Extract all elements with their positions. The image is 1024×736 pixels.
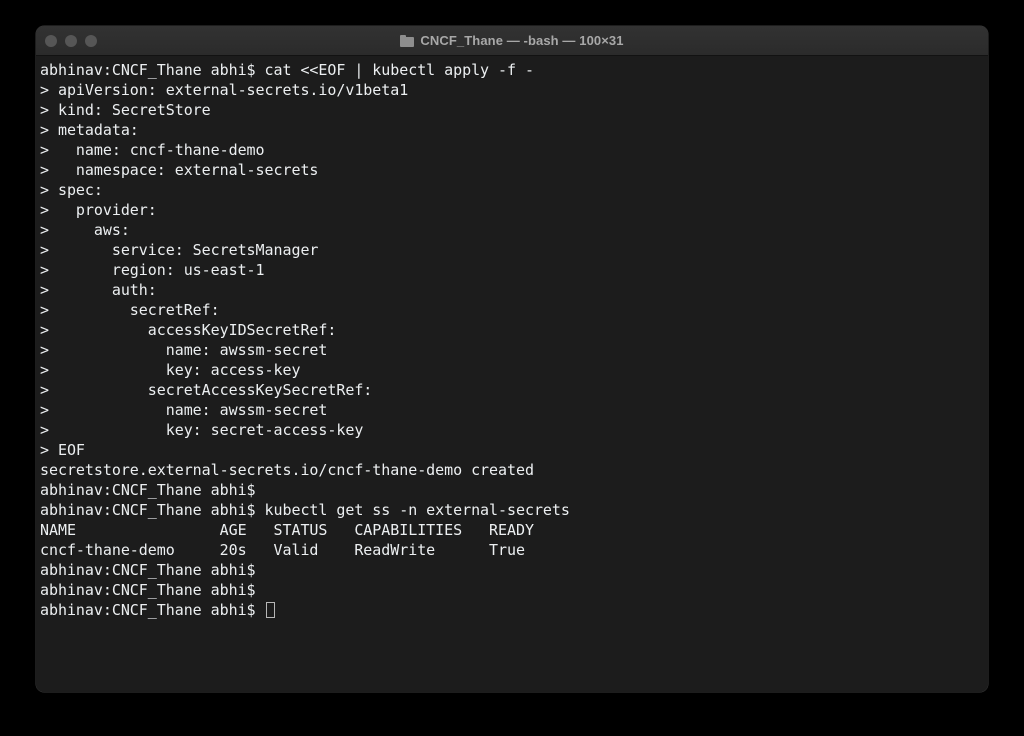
terminal-line: abhinav:CNCF_Thane abhi$ <box>40 561 256 579</box>
terminal-line: > name: awssm-secret <box>40 401 328 419</box>
terminal-line: > kind: SecretStore <box>40 101 211 119</box>
terminal-line: abhinav:CNCF_Thane abhi$ <box>40 481 256 499</box>
terminal-line: > apiVersion: external-secrets.io/v1beta… <box>40 81 409 99</box>
terminal-line: > name: cncf-thane-demo <box>40 141 265 159</box>
terminal-line: > auth: <box>40 281 157 299</box>
window-controls <box>45 26 97 56</box>
minimize-button[interactable] <box>65 35 77 47</box>
folder-icon <box>400 34 415 47</box>
terminal-line: > spec: <box>40 181 103 199</box>
terminal-line: > key: access-key <box>40 361 301 379</box>
terminal-line: > secretAccessKeySecretRef: <box>40 381 373 399</box>
terminal-line: NAME AGE STATUS CAPABILITIES READY <box>40 521 534 539</box>
terminal-line: abhinav:CNCF_Thane abhi$ kubectl get ss … <box>40 501 570 519</box>
zoom-button[interactable] <box>85 35 97 47</box>
terminal-line: > name: awssm-secret <box>40 341 328 359</box>
terminal-line: > aws: <box>40 221 130 239</box>
terminal-line: > provider: <box>40 201 157 219</box>
terminal-line: > namespace: external-secrets <box>40 161 319 179</box>
close-button[interactable] <box>45 35 57 47</box>
prompt-text: abhinav:CNCF_Thane abhi$ <box>40 601 265 619</box>
terminal-line: > secretRef: <box>40 301 220 319</box>
window-title-group: CNCF_Thane — -bash — 100×31 <box>400 33 623 48</box>
terminal-line: abhinav:CNCF_Thane abhi$ <box>40 581 256 599</box>
terminal-window[interactable]: CNCF_Thane — -bash — 100×31 abhinav:CNCF… <box>36 26 988 692</box>
terminal-line: > region: us-east-1 <box>40 261 265 279</box>
terminal-line: > metadata: <box>40 121 139 139</box>
terminal-line: > accessKeyIDSecretRef: <box>40 321 337 339</box>
terminal-screen[interactable]: abhinav:CNCF_Thane abhi$ cat <<EOF | kub… <box>40 60 988 620</box>
terminal-line: secretstore.external-secrets.io/cncf-tha… <box>40 461 534 479</box>
terminal-line: > service: SecretsManager <box>40 241 319 259</box>
terminal-line: > EOF <box>40 441 85 459</box>
terminal-line: abhinav:CNCF_Thane abhi$ cat <<EOF | kub… <box>40 61 534 79</box>
terminal-line: > key: secret-access-key <box>40 421 364 439</box>
desktop-background: CNCF_Thane — -bash — 100×31 abhinav:CNCF… <box>0 0 1024 736</box>
window-title: CNCF_Thane — -bash — 100×31 <box>420 33 624 48</box>
window-title-bar[interactable]: CNCF_Thane — -bash — 100×31 <box>36 26 988 56</box>
terminal-active-prompt-line[interactable]: abhinav:CNCF_Thane abhi$ <box>40 600 988 620</box>
text-cursor <box>265 602 275 618</box>
terminal-line: cncf-thane-demo 20s Valid ReadWrite True <box>40 541 525 559</box>
terminal-body[interactable]: abhinav:CNCF_Thane abhi$ cat <<EOF | kub… <box>36 56 988 692</box>
